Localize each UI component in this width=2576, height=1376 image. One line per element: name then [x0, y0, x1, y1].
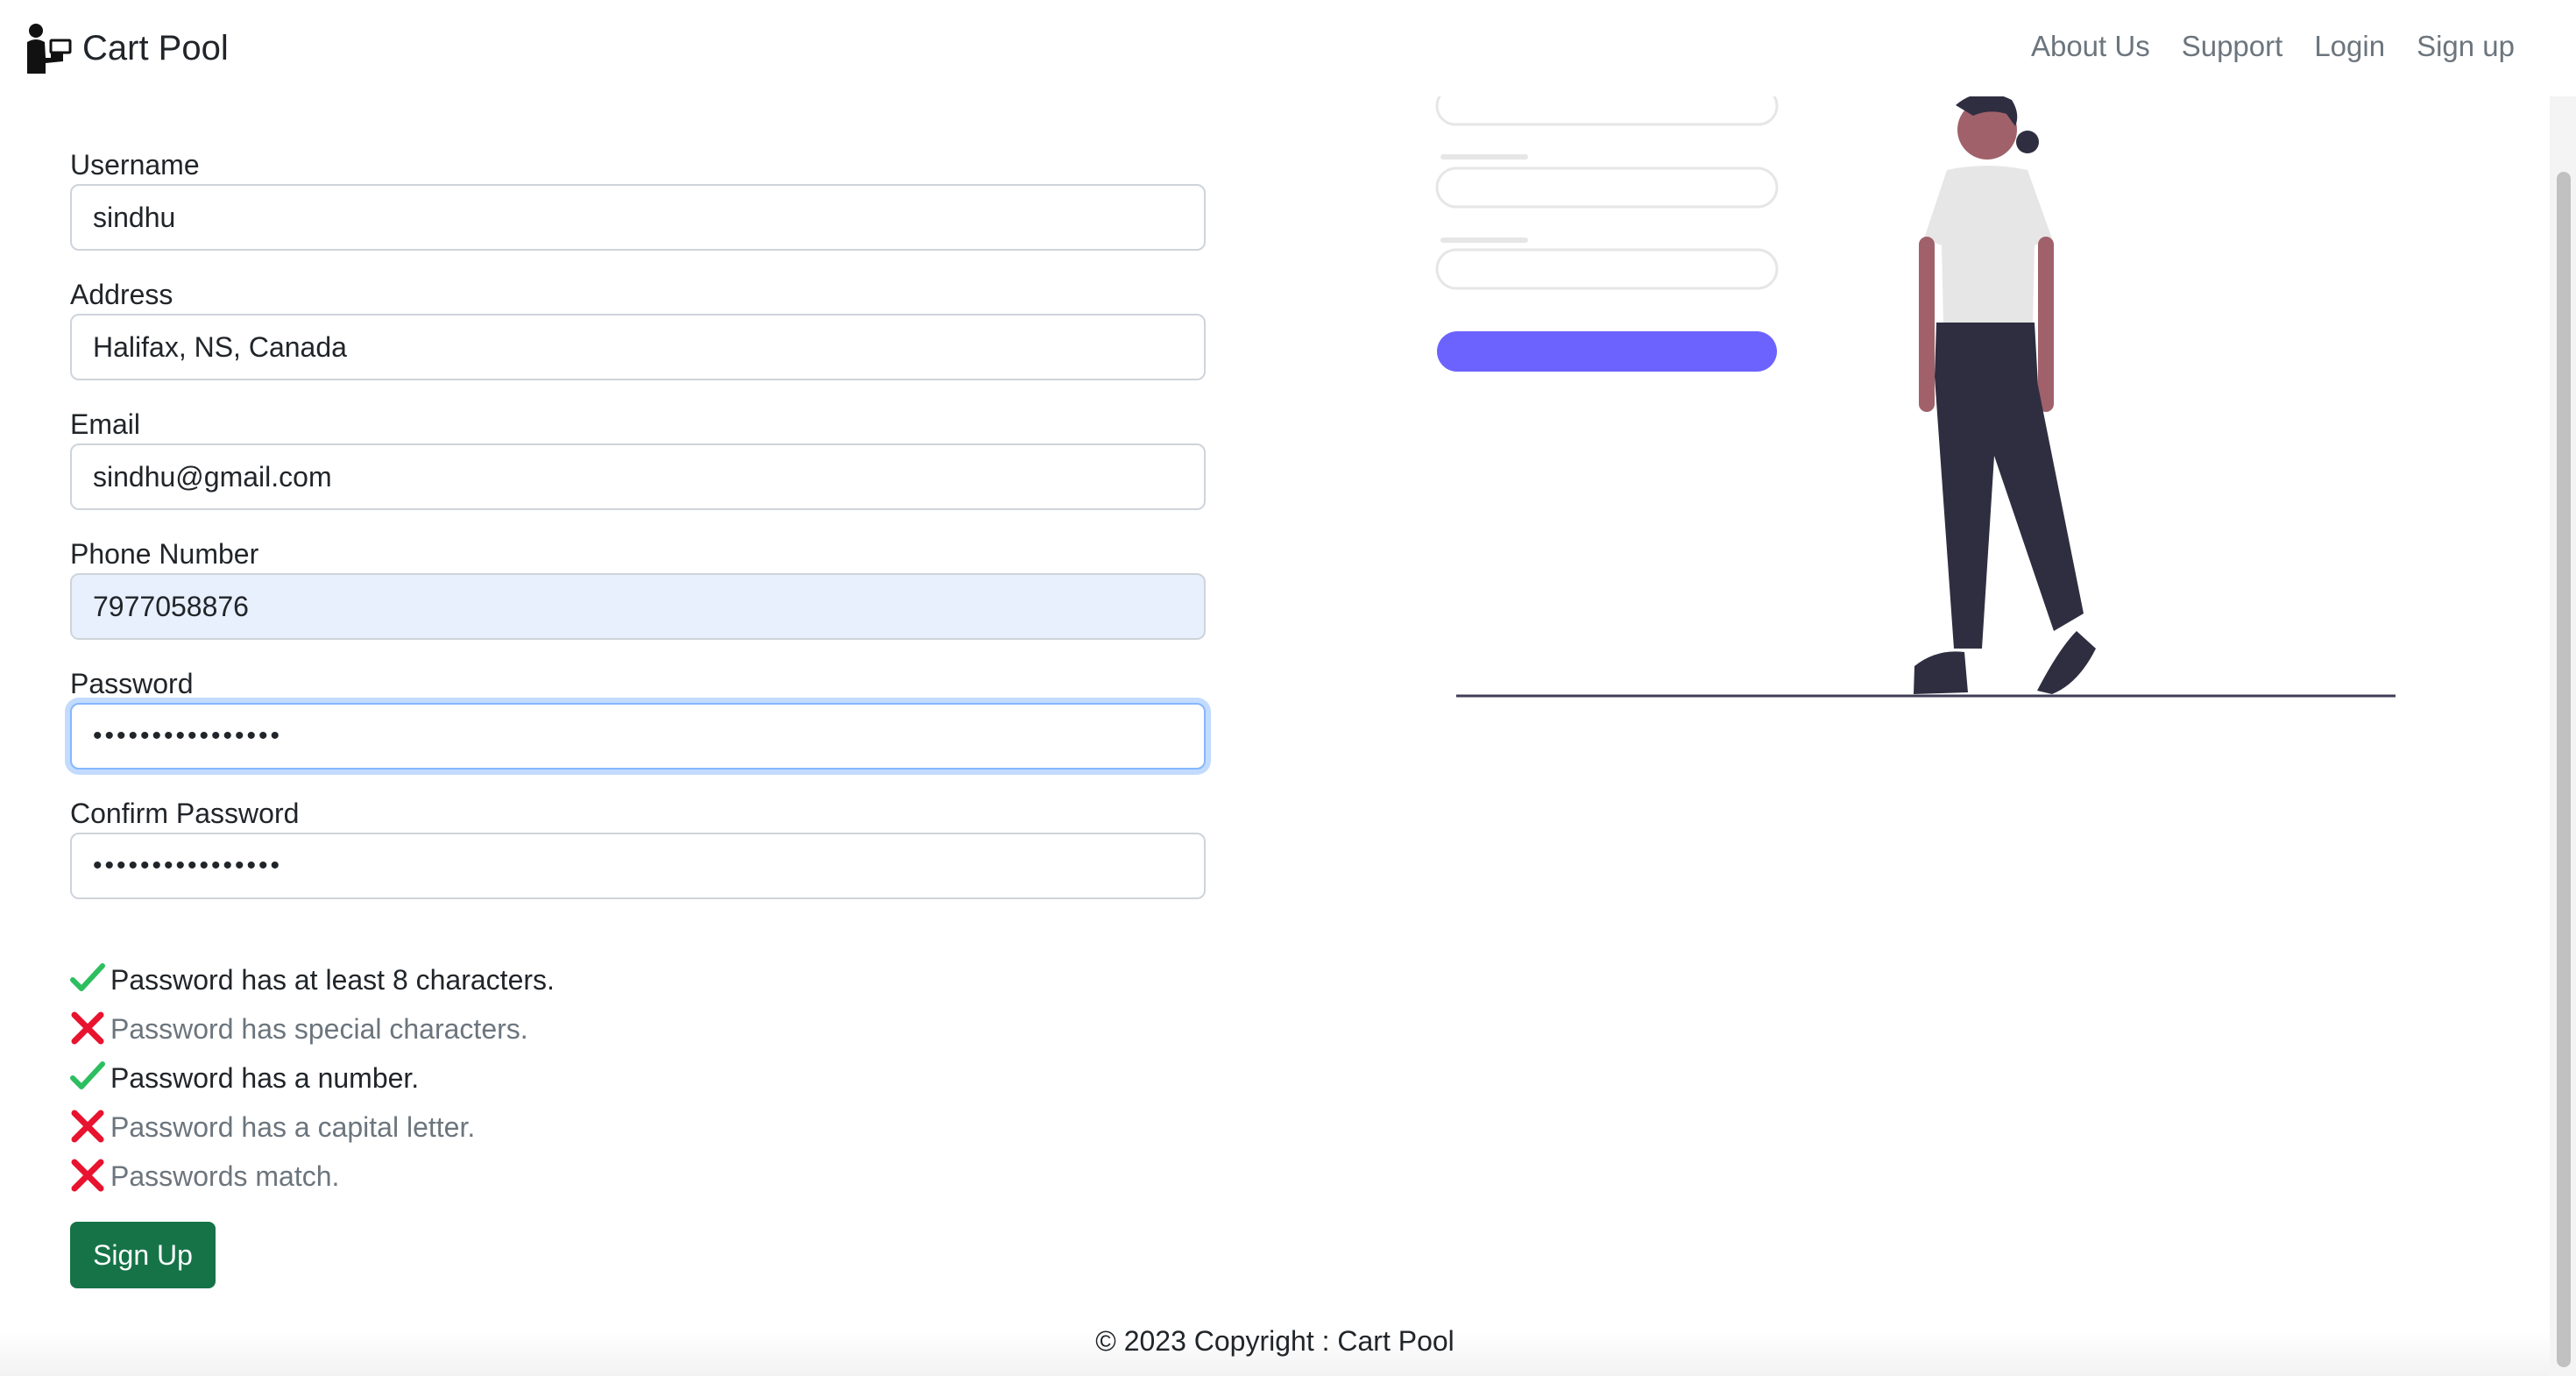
confirm-password-input[interactable]	[70, 833, 1206, 899]
password-input[interactable]	[70, 703, 1206, 770]
signup-form: Username Address Email Phone Number Pass…	[70, 145, 1206, 924]
address-input[interactable]	[70, 314, 1206, 380]
signup-illustration	[1435, 88, 2396, 698]
confirm-password-label: Confirm Password	[70, 798, 300, 829]
password-checklist: Password has at least 8 characters. Pass…	[70, 948, 555, 1194]
nav-signup-link[interactable]: Sign up	[2417, 30, 2515, 63]
footer: © 2023 Copyright : Cart Pool	[0, 1297, 2550, 1376]
cross-icon	[71, 1011, 104, 1045]
check-match-text: Passwords match.	[110, 1160, 340, 1192]
sign-up-button[interactable]: Sign Up	[70, 1222, 216, 1288]
check-min-length: Password has at least 8 characters.	[70, 948, 555, 997]
person-figure	[1914, 93, 2096, 694]
password-label: Password	[70, 668, 194, 699]
check-match: Passwords match.	[70, 1145, 555, 1194]
illustration-label-line	[1440, 238, 1528, 243]
scrollbar-track[interactable]	[2550, 0, 2576, 1376]
username-input[interactable]	[70, 184, 1206, 251]
nav-about-us-link[interactable]: About Us	[2031, 30, 2150, 63]
checkmark-icon	[70, 963, 105, 991]
illustration-field	[1435, 167, 1779, 209]
nav-links: About Us Support Login Sign up	[1999, 30, 2515, 63]
checkmark-icon	[70, 1061, 105, 1089]
check-number: Password has a number.	[70, 1046, 555, 1096]
username-label: Username	[70, 149, 200, 181]
nav-login-link[interactable]: Login	[2314, 30, 2385, 63]
phone-input[interactable]	[70, 573, 1206, 640]
check-special-chars-text: Password has special characters.	[110, 1013, 528, 1045]
email-input[interactable]	[70, 443, 1206, 510]
illustration-field	[1435, 248, 1779, 290]
check-number-text: Password has a number.	[110, 1062, 420, 1094]
check-capital: Password has a capital letter.	[70, 1096, 555, 1145]
check-min-length-text: Password has at least 8 characters.	[110, 964, 555, 996]
cross-icon	[71, 1110, 104, 1143]
navbar: Cart Pool About Us Support Login Sign up	[0, 0, 2576, 96]
address-label: Address	[70, 279, 173, 310]
illustration-button	[1437, 331, 1777, 372]
nav-support-link[interactable]: Support	[2182, 30, 2283, 63]
cross-icon	[71, 1159, 104, 1192]
brand-name: Cart Pool	[82, 28, 229, 67]
phone-label: Phone Number	[70, 538, 259, 570]
copyright-text: © 2023 Copyright : Cart Pool	[1095, 1325, 1454, 1357]
check-special-chars: Password has special characters.	[70, 997, 555, 1046]
check-capital-text: Password has a capital letter.	[110, 1111, 476, 1143]
illustration-label-line	[1440, 154, 1528, 160]
email-label: Email	[70, 408, 141, 440]
brand[interactable]: Cart Pool	[25, 23, 229, 74]
scrollbar-thumb[interactable]	[2557, 172, 2571, 1367]
cart-pool-logo-icon	[27, 24, 72, 74]
